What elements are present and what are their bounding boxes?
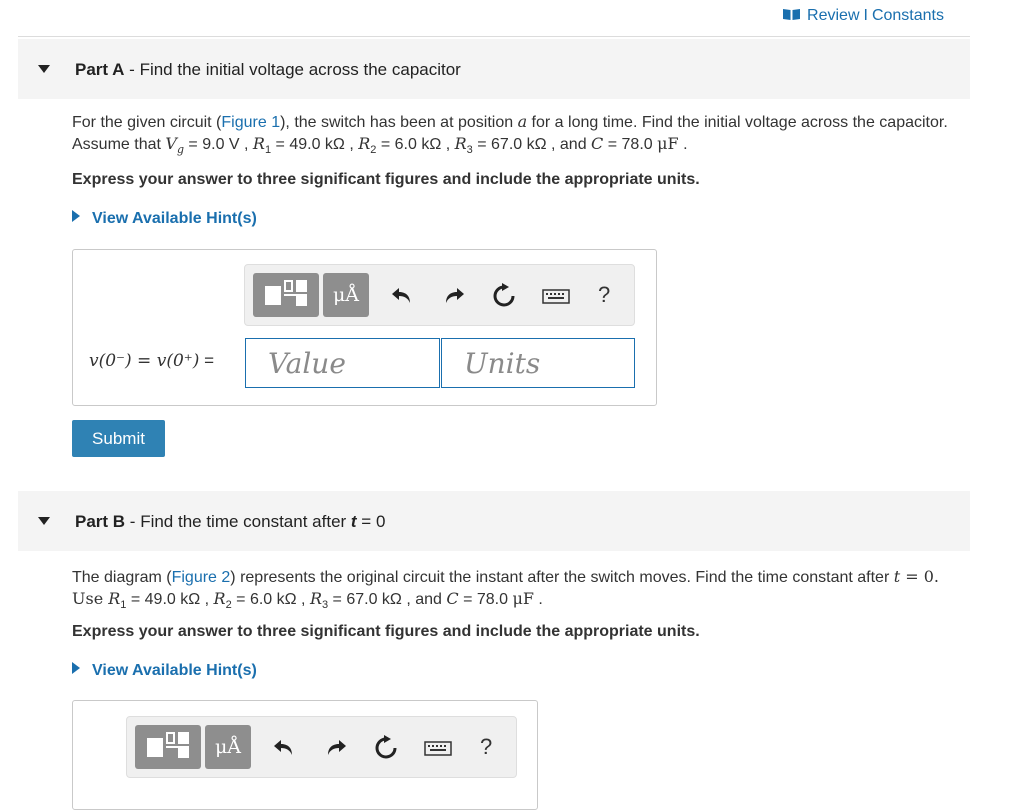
part-a-problem: For the given circuit (Figure 1), the sw… <box>72 112 948 157</box>
part-a-answer-box: μÅ ? v(0⁻) = v(0⁺) = <box>72 249 657 406</box>
part-a-header[interactable]: Part A - Find the initial voltage across… <box>18 39 970 99</box>
constants-link[interactable]: Constants <box>872 7 944 24</box>
part-a-title: Part A - Find the initial voltage across… <box>75 60 461 79</box>
top-bar: Review I Constants <box>0 0 1024 36</box>
units-input[interactable] <box>441 338 635 388</box>
expand-triangle-icon <box>72 210 80 222</box>
keyboard-icon[interactable] <box>540 281 572 311</box>
redo-icon[interactable] <box>438 281 468 311</box>
redo-icon[interactable] <box>320 733 350 763</box>
help-icon[interactable]: ? <box>598 282 610 308</box>
collapse-caret-icon[interactable] <box>38 65 50 73</box>
part-b-answer-box: μÅ ? <box>72 700 538 810</box>
equation-toolbar: μÅ ? <box>244 264 635 326</box>
help-icon[interactable]: ? <box>480 734 492 760</box>
equation-toolbar: μÅ ? <box>126 716 517 778</box>
collapse-caret-icon[interactable] <box>38 517 50 525</box>
reset-icon[interactable] <box>489 281 519 311</box>
part-b-title: Part B - Find the time constant after t … <box>75 512 386 531</box>
undo-icon[interactable] <box>388 281 418 311</box>
units-button[interactable]: μÅ <box>323 273 369 317</box>
part-a-instruction: Express your answer to three significant… <box>72 171 700 188</box>
keyboard-icon[interactable] <box>422 733 454 763</box>
part-b-instruction: Express your answer to three significant… <box>72 623 700 640</box>
units-button[interactable]: μÅ <box>205 725 251 769</box>
part-a-hint-toggle[interactable]: View Available Hint(s) <box>72 210 257 228</box>
top-divider <box>18 36 970 37</box>
value-input[interactable] <box>245 338 440 388</box>
templates-icon <box>265 286 281 305</box>
link-separator: I <box>863 7 868 24</box>
part-b-problem: The diagram (Figure 2) represents the or… <box>72 567 939 612</box>
top-links: Review I Constants <box>782 7 944 25</box>
undo-icon[interactable] <box>270 733 300 763</box>
expand-triangle-icon <box>72 662 80 674</box>
answer-lhs: v(0⁻) = v(0⁺) = <box>89 351 215 371</box>
figure-1-link[interactable]: Figure 1 <box>221 114 280 131</box>
part-b-header[interactable]: Part B - Find the time constant after t … <box>18 491 970 551</box>
book-icon <box>783 9 801 20</box>
part-b-hint-toggle[interactable]: View Available Hint(s) <box>72 662 257 680</box>
submit-button[interactable]: Submit <box>72 420 165 457</box>
templates-button[interactable] <box>135 725 201 769</box>
figure-2-link[interactable]: Figure 2 <box>172 569 231 586</box>
review-link[interactable]: Review <box>807 7 859 24</box>
reset-icon[interactable] <box>371 733 401 763</box>
templates-button[interactable] <box>253 273 319 317</box>
templates-icon <box>147 738 163 757</box>
